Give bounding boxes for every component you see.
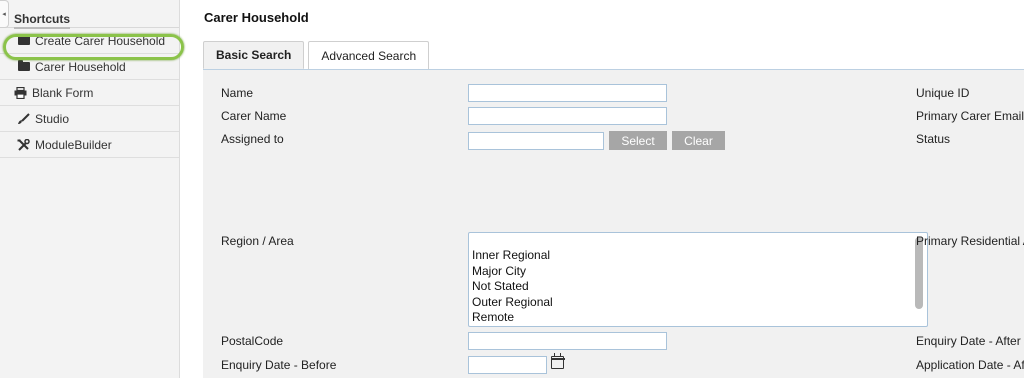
print-icon (14, 86, 27, 99)
enquiry-after-label: Enquiry Date - After (916, 334, 1021, 348)
sidebar-item-blank-form[interactable]: Blank Form (0, 80, 179, 106)
collapse-sidebar-toggle[interactable]: ◂ (0, 0, 9, 28)
sidebar-item-label: Blank Form (32, 85, 94, 100)
region-option[interactable]: Inner Regional (472, 248, 553, 264)
search-tabs: Basic Search Advanced Search (203, 41, 433, 69)
tab-basic-search[interactable]: Basic Search (203, 41, 305, 69)
sidebar-item-label: ModuleBuilder (35, 137, 112, 152)
carer-name-input[interactable] (468, 107, 667, 125)
tools-icon (17, 138, 30, 151)
name-input[interactable] (468, 84, 667, 102)
sidebar-item-studio[interactable]: Studio (0, 106, 179, 132)
region-label: Region / Area (221, 234, 294, 248)
assigned-to-input[interactable] (468, 132, 604, 150)
assigned-to-label: Assigned to (221, 132, 284, 146)
page-title: Carer Household (204, 10, 309, 25)
region-option[interactable]: Not Stated (472, 279, 553, 295)
sidebar-item-create-carer-household[interactable]: Create Carer Household (0, 28, 179, 54)
region-option[interactable]: Outer Regional (472, 295, 553, 311)
sidebar-item-label: Carer Household (35, 59, 126, 74)
status-label: Status (916, 132, 951, 146)
folder-icon (17, 60, 30, 73)
postal-code-label: PostalCode (221, 334, 284, 348)
sidebar: ◂ Shortcuts Create Carer Household Carer… (0, 0, 180, 378)
chevron-left-icon: ◂ (2, 11, 6, 18)
folder-icon (17, 34, 30, 47)
clear-button[interactable]: Clear (672, 131, 725, 150)
application-after-label: Application Date - After (916, 358, 1024, 372)
name-label: Name (221, 86, 254, 100)
sidebar-item-label: Create Carer Household (35, 33, 166, 48)
postal-code-input[interactable] (468, 332, 667, 350)
brush-icon (17, 112, 30, 125)
sidebar-item-label: Studio (35, 111, 70, 126)
tab-advanced-search[interactable]: Advanced Search (308, 41, 430, 69)
sidebar-item-carer-household[interactable]: Carer Household (0, 54, 179, 80)
enquiry-before-label: Enquiry Date - Before (221, 358, 337, 372)
carer-name-label: Carer Name (221, 109, 287, 123)
shortcuts-header: Shortcuts (0, 0, 179, 29)
region-option[interactable]: Major City (472, 264, 553, 280)
main-content: Carer Household Basic Search Advanced Se… (181, 0, 1024, 378)
primary-email-label: Primary Carer Email (916, 109, 1024, 123)
region-options: Inner Regional Major City Not Stated Out… (472, 248, 553, 326)
search-form: Name Carer Name Assigned to Select Clear… (203, 70, 1024, 378)
shortcuts-title: Shortcuts (14, 12, 71, 29)
sidebar-item-modulebuilder[interactable]: ModuleBuilder (0, 132, 179, 158)
region-option[interactable]: Remote (472, 310, 553, 326)
calendar-icon[interactable] (550, 353, 565, 369)
primary-residential-label: Primary Residential Address (916, 234, 1024, 248)
unique-id-label: Unique ID (916, 86, 970, 100)
region-listbox[interactable]: Inner Regional Major City Not Stated Out… (468, 232, 928, 327)
select-button[interactable]: Select (609, 131, 667, 150)
enquiry-before-input[interactable] (468, 356, 547, 374)
